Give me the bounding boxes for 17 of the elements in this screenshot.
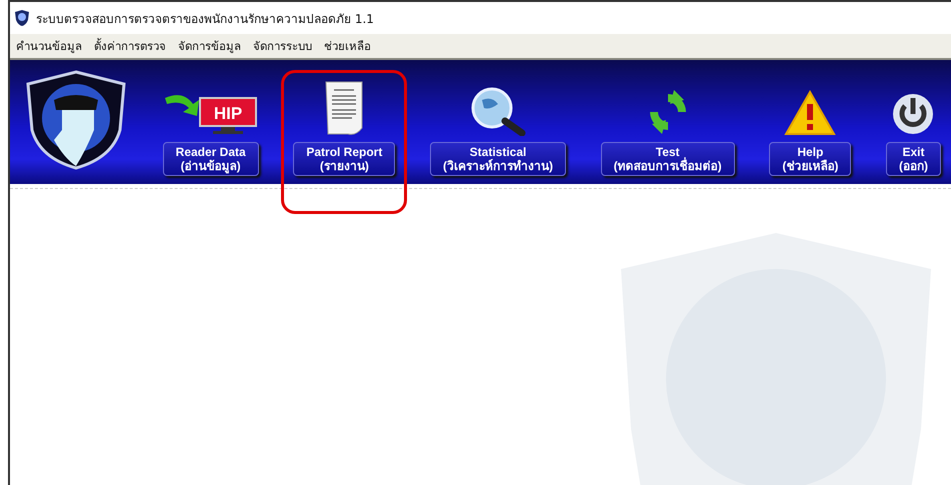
toolbar-button[interactable]: Patrol Report (รายงาน) (293, 142, 396, 176)
menu-item[interactable]: จัดการข้อมูล (178, 37, 241, 55)
menu-item[interactable]: ตั้งค่าการตรวจ (94, 37, 166, 55)
toolbar-button[interactable]: Reader Data (อ่านข้อมูล) (162, 142, 259, 176)
arrow-icon (164, 95, 199, 116)
toolbar-button[interactable]: Test (ทดสอบการเชื่อมต่อ) (600, 142, 735, 176)
warning-icon (784, 90, 836, 136)
window-title: ระบบตรวจสอบการตรวจตราของพนักงานรักษาความปลอดภัย 1.1 (36, 10, 374, 28)
monitor-icon (198, 97, 257, 134)
screen-text: HIP (214, 104, 242, 123)
shield-icon (14, 9, 30, 27)
toolbar-button[interactable]: Help (ช่วยเหลือ) (769, 142, 852, 176)
toolbar-button[interactable]: Statistical (วิเคราะห์การทำงาน) (430, 142, 566, 176)
toolbar-button[interactable]: Exit (ออก) (886, 142, 941, 176)
menu-item[interactable]: จัดการระบบ (253, 37, 312, 55)
menu-item[interactable]: คำนวนข้อมูล (16, 37, 82, 55)
menu-item[interactable]: ช่วยเหลือ (324, 37, 371, 55)
